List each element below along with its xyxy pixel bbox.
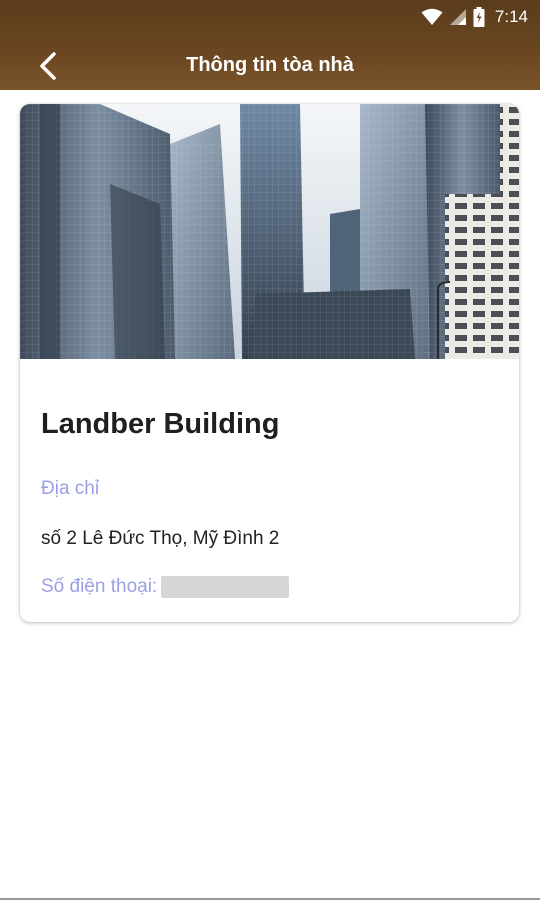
wifi-icon [421,8,443,25]
status-icons: 7:14 [421,6,528,28]
battery-icon [473,7,485,27]
phone-row: Số điện thoại: [41,576,290,598]
app-bar: Thông tin tòa nhà [0,38,540,90]
status-bar: 7:14 [0,0,540,34]
building-card: Landber Building Địa chỉ số 2 Lê Đức Thọ… [20,104,519,622]
top-bar: 7:14 Thông tin tòa nhà [0,0,540,90]
address-label: Địa chỉ [41,478,100,499]
building-photo [20,104,519,359]
building-name: Landber Building [41,408,280,440]
phone-label: Số điện thoại: [41,576,158,597]
building-photo-illustration [20,104,519,359]
page-title: Thông tin tòa nhà [186,54,354,76]
address-value: số 2 Lê Đức Thọ, Mỹ Đình 2 [41,528,280,549]
status-time: 7:14 [494,7,528,26]
signal-icon [449,9,466,25]
phone-value-redacted[interactable] [161,576,290,598]
